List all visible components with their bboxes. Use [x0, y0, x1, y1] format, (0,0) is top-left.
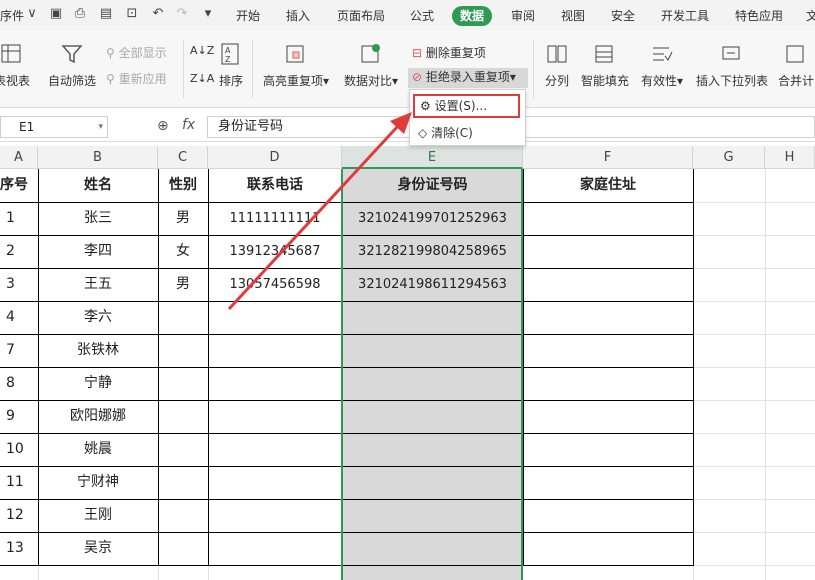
- spreadsheet-grid: A B C D E F G H 序号 姓名 性别 联系电话 身份证号码 家庭住址: [0, 0, 815, 580]
- annotation-arrow: [227, 112, 412, 311]
